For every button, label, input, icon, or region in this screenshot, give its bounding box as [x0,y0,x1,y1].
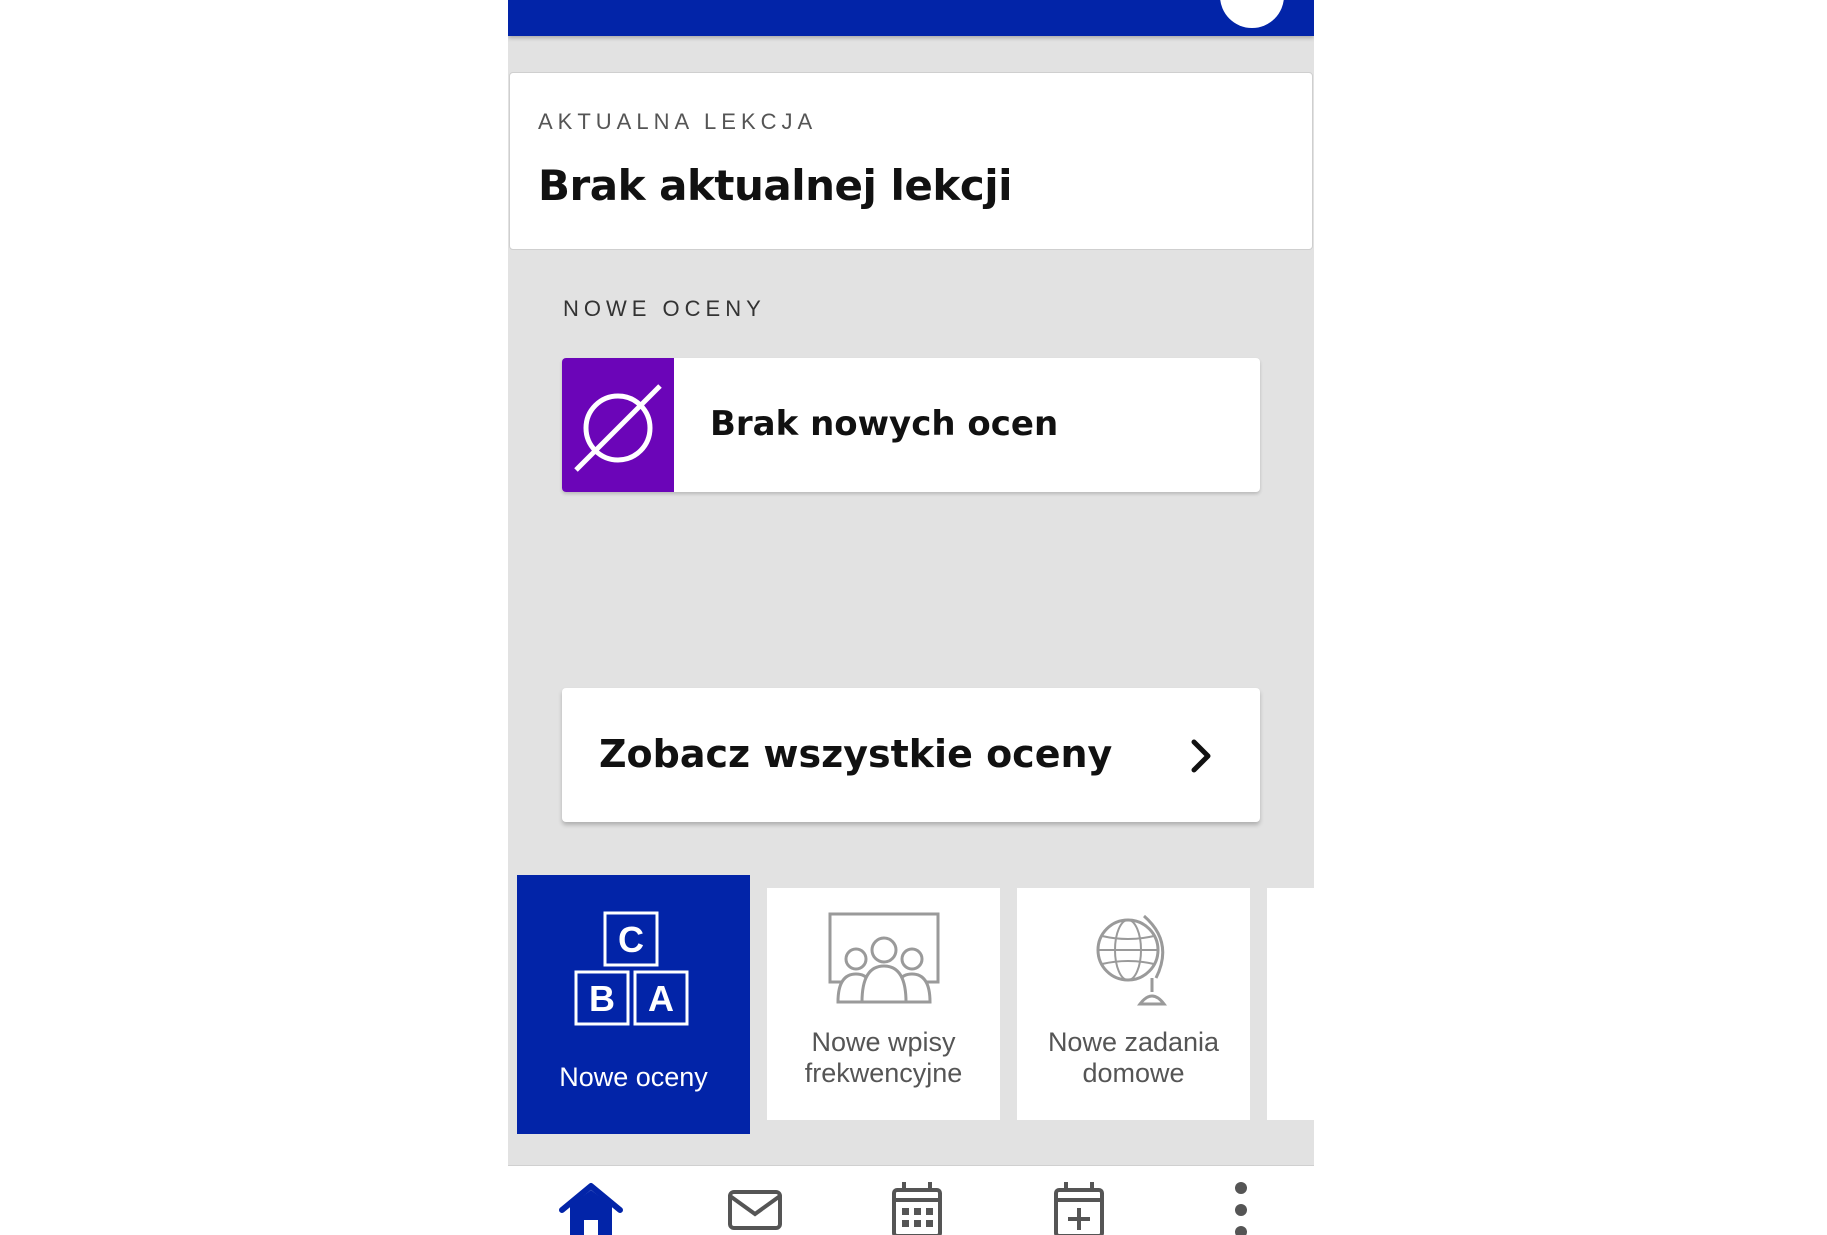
calendar-grid-icon[interactable] [882,1180,952,1235]
current-lesson-card[interactable]: AKTUALNA LEKCJA Brak aktualnej lekcji [509,72,1313,250]
bottom-navigation [508,1165,1314,1235]
svg-text:C: C [618,919,644,960]
tile-new-homework[interactable]: Nowe zadania domowe [1017,888,1250,1120]
tile-new-attendance[interactable]: Nowe wpisy frekwencyjne [767,888,1000,1120]
empty-set-icon [562,358,674,492]
tile-new-grades-label: Nowe oceny [559,1062,708,1092]
app-screen: AKTUALNA LEKCJA Brak aktualnej lekcji NO… [508,0,1314,1235]
tile-new-attendance-label-line2: frekwencyjne [804,1058,963,1088]
tile-new-homework-label-line1: Nowe zadania [1047,1027,1220,1057]
globe-icon [1096,914,1167,1006]
more-vertical-icon[interactable] [1206,1180,1276,1235]
tile-new-grades[interactable]: C B A Nowe oceny [517,875,750,1134]
mail-icon[interactable] [720,1180,790,1235]
new-grades-empty-card: Brak nowych ocen [562,358,1260,492]
svg-text:B: B [589,978,615,1019]
tile-partial[interactable] [1267,888,1314,1120]
tile-new-homework-label-line2: domowe [1082,1058,1185,1088]
classroom-icon [828,912,939,1004]
current-lesson-title: Brak aktualnej lekcji [538,161,1013,210]
new-grades-empty-text: Brak nowych ocen [710,404,1059,444]
see-all-grades-button[interactable]: Zobacz wszystkie oceny [562,688,1260,822]
calendar-add-icon[interactable] [1044,1180,1114,1235]
new-grades-section-label: NOWE OCENY [563,296,766,321]
see-all-grades-label: Zobacz wszystkie oceny [599,732,1113,776]
home-icon[interactable] [556,1180,626,1235]
top-app-bar [508,0,1314,36]
chevron-right-icon [1191,739,1211,773]
avatar[interactable] [1220,0,1284,28]
abc-blocks-icon: C B A [574,911,688,1026]
tile-new-attendance-label-line1: Nowe wpisy [811,1027,956,1057]
svg-text:A: A [648,978,674,1019]
current-lesson-overline: AKTUALNA LEKCJA [538,109,818,134]
